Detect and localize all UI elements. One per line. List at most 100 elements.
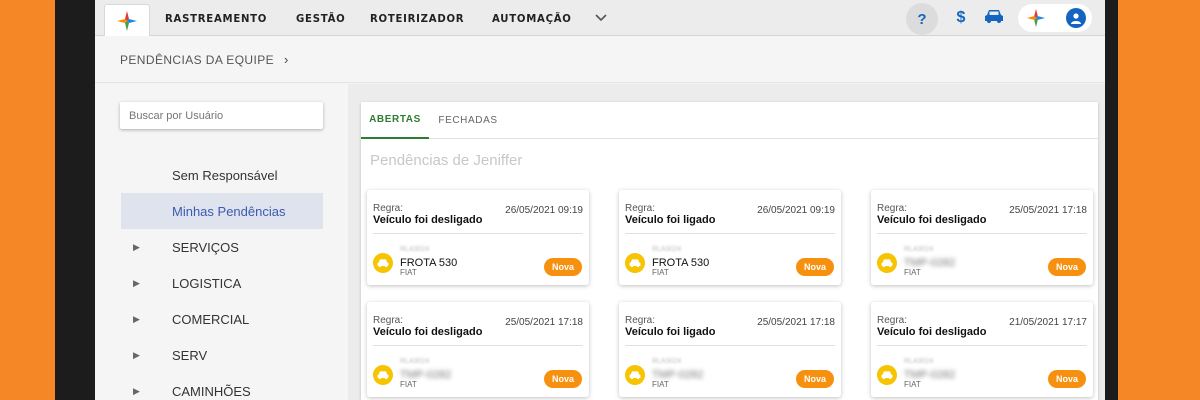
sidebar-item-label: COMERCIAL (172, 311, 250, 327)
card-date: 25/05/2021 17:18 (1009, 205, 1087, 216)
rule-label: Regra: (877, 203, 908, 214)
vehicle-plate: RLA3024 (652, 358, 682, 365)
vehicle-car-icon (373, 365, 393, 385)
rule-name: Veículo foi ligado (625, 326, 716, 338)
pending-panel: ABERTAS FECHADAS Pendências de Jeniffer … (361, 102, 1098, 400)
main-menu: RASTREAMENTO GESTÃO ROTEIRIZADOR AUTOMAÇ… (165, 0, 607, 36)
expand-arrow-icon[interactable]: ▶ (133, 350, 140, 361)
sidebar-item-label: CAMINHÕES (172, 383, 251, 399)
card-divider (625, 345, 835, 346)
vehicle-make: FIAT (400, 268, 417, 277)
rule-label: Regra: (625, 315, 656, 326)
nav-roteirizador[interactable]: ROTEIRIZADOR (370, 12, 464, 25)
card-divider (373, 345, 583, 346)
status-tabs: ABERTAS FECHADAS (361, 102, 1098, 139)
status-badge[interactable]: Nova (1048, 258, 1086, 276)
vehicle-car-icon (373, 253, 393, 273)
rule-label: Regra: (877, 315, 908, 326)
vehicle-car-icon (877, 253, 897, 273)
logo-icon (117, 10, 137, 31)
card-divider (625, 233, 835, 234)
sidebar-item-label: SERV (172, 347, 208, 363)
vehicle-plate: RLA3024 (904, 246, 934, 253)
vehicle-make: FIAT (652, 268, 669, 277)
sidebar-item-label: SERVIÇOS (172, 239, 239, 255)
avatar[interactable] (1066, 8, 1086, 28)
card-divider (877, 345, 1087, 346)
card-divider (877, 233, 1087, 234)
status-badge[interactable]: Nova (796, 258, 834, 276)
header-divider (95, 82, 1105, 83)
sidebar-item-label: Minhas Pendências (172, 203, 286, 219)
card-date: 26/05/2021 09:19 (757, 205, 835, 216)
pending-card[interactable]: Regra: Veículo foi desligado 21/05/2021 17… (871, 302, 1093, 397)
card-divider (373, 233, 583, 234)
vehicle-make: FIAT (400, 380, 417, 389)
status-badge[interactable]: Nova (544, 370, 582, 388)
vehicle-make: FIAT (904, 268, 921, 277)
rule-name: Veículo foi ligado (625, 214, 716, 226)
user-menu[interactable] (1018, 4, 1092, 32)
help-button[interactable]: ? (906, 3, 938, 35)
card-date: 25/05/2021 17:18 (757, 317, 835, 328)
panel-title: Pendências de Jeniffer (370, 152, 523, 169)
sidebar-item-sem-responsavel[interactable]: Sem Responsável (121, 157, 323, 193)
logo-icon (1026, 8, 1046, 28)
breadcrumb-label[interactable]: PENDÊNCIAS DA EQUIPE (120, 53, 274, 67)
card-date: 25/05/2021 17:18 (505, 317, 583, 328)
vehicle-car-icon (625, 365, 645, 385)
rule-name: Veículo foi desligado (373, 214, 483, 226)
status-badge[interactable]: Nova (1048, 370, 1086, 388)
sidebar-item-minhas-pendencias[interactable]: Minhas Pendências (121, 193, 323, 229)
vehicle-car-icon (877, 365, 897, 385)
rule-label: Regra: (625, 203, 656, 214)
expand-arrow-icon[interactable]: ▶ (133, 242, 140, 253)
pending-card[interactable]: Regra: Veículo foi ligado 26/05/2021 09:19… (619, 190, 841, 285)
main-content: ABERTAS FECHADAS Pendências de Jeniffer … (348, 84, 1105, 400)
chevron-down-icon[interactable] (595, 11, 607, 25)
vehicle-make: FIAT (904, 380, 921, 389)
expand-arrow-icon[interactable]: ▶ (133, 314, 140, 325)
search-user-input[interactable] (120, 102, 323, 129)
pending-card[interactable]: Regra: Veículo foi desligado 25/05/2021 17… (367, 302, 589, 397)
sidebar-item-logistica[interactable]: ▶ LOGISTICA (121, 265, 323, 301)
tab-fechadas[interactable]: FECHADAS (429, 102, 507, 139)
sidebar-item-servicos[interactable]: ▶ SERVIÇOS (121, 229, 323, 265)
vehicle-plate: RLA3024 (652, 246, 682, 253)
pending-card[interactable]: Regra: Veículo foi ligado 25/05/2021 17:18… (619, 302, 841, 397)
top-navigation-bar: RASTREAMENTO GESTÃO ROTEIRIZADOR AUTOMAÇ… (95, 0, 1105, 36)
rule-name: Veículo foi desligado (373, 326, 483, 338)
status-badge[interactable]: Nova (796, 370, 834, 388)
team-sidebar: Sem Responsável Minhas Pendências ▶ SERV… (121, 157, 323, 400)
sidebar-item-label: Sem Responsável (172, 167, 278, 183)
breadcrumb: PENDÊNCIAS DA EQUIPE › (120, 52, 289, 67)
card-date: 21/05/2021 17:17 (1009, 317, 1087, 328)
car-icon[interactable] (984, 8, 1004, 29)
vehicle-make: FIAT (652, 380, 669, 389)
nav-rastreamento[interactable]: RASTREAMENTO (165, 12, 267, 25)
nav-automacao[interactable]: AUTOMAÇÃO (492, 12, 572, 25)
pending-card[interactable]: Regra: Veículo foi desligado 26/05/2021 09… (367, 190, 589, 285)
sidebar-item-comercial[interactable]: ▶ COMERCIAL (121, 301, 323, 337)
sidebar-item-label: LOGISTICA (172, 275, 242, 291)
pending-card[interactable]: Regra: Veículo foi desligado 25/05/2021 17… (871, 190, 1093, 285)
vehicle-plate: RLA3024 (400, 246, 430, 253)
chevron-right-icon: › (284, 52, 289, 67)
status-badge[interactable]: Nova (544, 258, 582, 276)
vehicle-car-icon (625, 253, 645, 273)
expand-arrow-icon[interactable]: ▶ (133, 386, 140, 397)
vehicle-plate: RLA3024 (400, 358, 430, 365)
rule-name: Veículo foi desligado (877, 214, 987, 226)
sidebar-item-serv[interactable]: ▶ SERV (121, 337, 323, 373)
user-icon (1071, 13, 1081, 24)
billing-button[interactable]: $ (951, 6, 971, 30)
card-date: 26/05/2021 09:19 (505, 205, 583, 216)
rule-label: Regra: (373, 315, 404, 326)
tab-abertas[interactable]: ABERTAS (361, 102, 429, 139)
app-screen: RASTREAMENTO GESTÃO ROTEIRIZADOR AUTOMAÇ… (95, 0, 1105, 400)
expand-arrow-icon[interactable]: ▶ (133, 278, 140, 289)
rule-name: Veículo foi desligado (877, 326, 987, 338)
app-logo[interactable] (104, 4, 150, 36)
sidebar-item-caminhoes[interactable]: ▶ CAMINHÕES (121, 373, 323, 400)
nav-gestao[interactable]: GESTÃO (296, 12, 345, 25)
